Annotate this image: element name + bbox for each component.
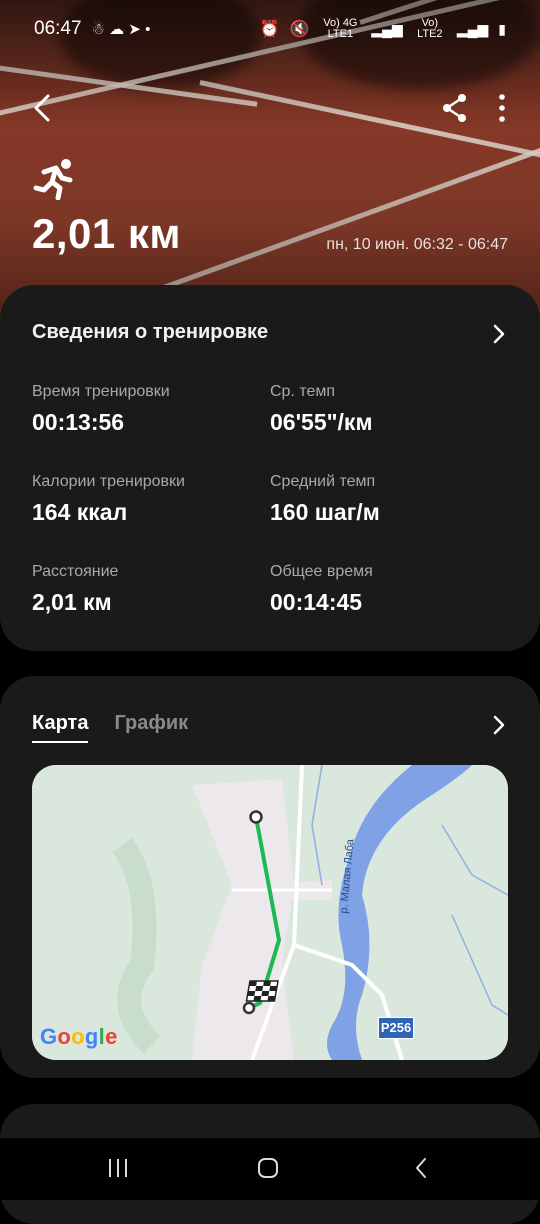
signal-icon: ▂▄▆ <box>456 20 489 37</box>
share-icon[interactable] <box>440 92 470 124</box>
chevron-right-icon[interactable] <box>492 714 506 736</box>
status-time: 06:47 <box>34 18 82 39</box>
map-tabs: Карта График <box>32 712 188 743</box>
stat-label: Ср. темп <box>270 383 336 400</box>
stat-value: 2,01 км <box>32 589 112 615</box>
stat-workout-time: Время тренировки 00:13:56 <box>32 383 170 436</box>
workout-details-card[interactable]: Сведения о тренировке Время тренировки 0… <box>0 285 540 651</box>
mute-icon: 🔇 <box>289 21 310 38</box>
stat-value: 00:13:56 <box>32 409 125 435</box>
stat-value: 164 ккал <box>32 499 128 525</box>
stat-label: Калории тренировки <box>32 473 185 490</box>
stat-value: 00:14:45 <box>270 589 363 615</box>
status-bar: 06:47 ☃ ☁ ➤ • ⏰ 🔇 Vo) 4G LTE1 ▂▄▆ Vo) LT… <box>0 0 540 58</box>
tab-chart[interactable]: График <box>114 712 188 743</box>
more-options-icon[interactable] <box>494 92 510 124</box>
stat-distance: Расстояние 2,01 км <box>32 563 118 616</box>
route-map[interactable]: р. Малая Лаба Р256 Google <box>32 765 508 1060</box>
map-canvas <box>32 765 508 1060</box>
back-arrow-icon[interactable] <box>28 90 58 126</box>
stat-label: Время тренировки <box>32 383 170 400</box>
top-app-bar <box>0 84 540 132</box>
stat-label: Расстояние <box>32 563 119 580</box>
stat-calories: Калории тренировки 164 ккал <box>32 473 185 526</box>
stat-label: Средний темп <box>270 473 376 490</box>
stat-total-time: Общее время 00:14:45 <box>270 563 373 616</box>
signal-icon: ▂▄▆ <box>371 20 403 37</box>
back-nav-icon[interactable] <box>410 1156 434 1180</box>
tab-map[interactable]: Карта <box>32 712 89 743</box>
workout-details-title: Сведения о тренировке <box>32 321 269 343</box>
system-navigation-bar <box>0 1138 540 1200</box>
notification-icons: ☃ ☁ ➤ • <box>91 21 151 38</box>
recent-apps-icon[interactable] <box>106 1156 130 1180</box>
google-logo: Google <box>40 1024 118 1049</box>
alarm-icon: ⏰ <box>259 21 280 38</box>
road-number-badge: Р256 <box>378 1017 414 1039</box>
sim2-signal-label: Vo) LTE2 <box>417 17 443 40</box>
battery-icon: ▮ <box>498 20 506 37</box>
home-icon[interactable] <box>256 1156 280 1180</box>
stat-value: 06'55"/км <box>270 409 373 435</box>
map-card: Карта График р. Малая Лаба Р256 Google <box>0 676 540 1078</box>
running-icon <box>33 159 73 200</box>
workout-date-range: пн, 10 июн. 06:32 - 06:47 <box>326 236 508 253</box>
stat-label: Общее время <box>270 563 373 580</box>
sim1-signal-label: Vo) 4G LTE1 <box>323 17 358 40</box>
stat-value: 160 шаг/м <box>270 499 380 525</box>
stat-cadence: Средний темп 160 шаг/м <box>270 473 380 526</box>
stat-avg-pace: Ср. темп 06'55"/км <box>270 383 372 436</box>
workout-distance: 2,01 км <box>32 210 182 257</box>
chevron-right-icon[interactable] <box>492 323 506 345</box>
